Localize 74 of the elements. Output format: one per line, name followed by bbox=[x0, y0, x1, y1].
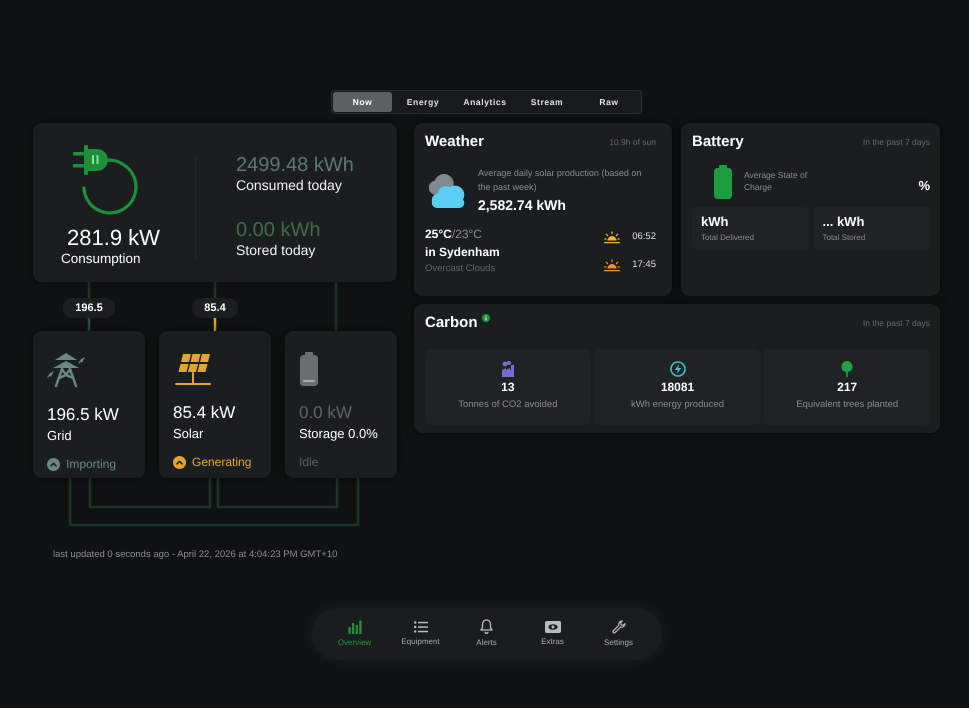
sun-horizon-icon bbox=[604, 230, 620, 244]
weather-condition: Overcast Clouds bbox=[425, 263, 496, 275]
temperature-high: 25°C bbox=[425, 227, 452, 241]
card-title: Battery bbox=[692, 133, 744, 151]
flow-reading: 85.4 bbox=[192, 298, 238, 318]
info-icon bbox=[482, 314, 490, 322]
metric-value: 18081 bbox=[660, 380, 694, 395]
list-icon bbox=[414, 620, 428, 632]
source-value: 196.5 kW bbox=[47, 405, 120, 425]
source-status: Importing bbox=[66, 457, 116, 472]
metric-label: kWh energy produced bbox=[631, 399, 724, 411]
metric-value: 13 bbox=[501, 380, 515, 395]
sun-time: 06:52 bbox=[632, 230, 656, 244]
connector-line bbox=[334, 282, 338, 331]
temperature-low: /23°C bbox=[452, 227, 482, 241]
nav-button[interactable]: Alerts bbox=[454, 608, 520, 660]
card-note: In the past 7 days bbox=[862, 316, 930, 330]
total-value: ... kWh bbox=[822, 214, 866, 230]
bell-icon bbox=[480, 619, 493, 634]
banknote-icon bbox=[544, 620, 560, 632]
tab[interactable]: Now bbox=[333, 92, 392, 112]
wrench-icon bbox=[612, 620, 626, 634]
chevron-up-icon bbox=[173, 456, 186, 469]
card-note: In the past 7 days bbox=[862, 136, 930, 148]
stat-label: Consumed today bbox=[236, 177, 343, 194]
factory-icon bbox=[500, 361, 515, 377]
sun-horizon-icon bbox=[604, 258, 620, 272]
battery-icon bbox=[713, 165, 733, 199]
tab[interactable]: Stream bbox=[516, 92, 578, 112]
consumption-value: 281.9 kW bbox=[67, 225, 161, 251]
tab[interactable]: Energy bbox=[392, 92, 454, 112]
source-value: 85.4 kW bbox=[173, 403, 236, 423]
connector-line bbox=[88, 318, 90, 331]
metric-label: Tonnes of CO2 avoided bbox=[458, 399, 558, 411]
stat-label: Stored today bbox=[236, 242, 316, 259]
lightning-icon bbox=[670, 361, 686, 377]
consumption-label: Consumption bbox=[61, 251, 142, 267]
connector-line bbox=[214, 282, 216, 298]
connector-line bbox=[88, 282, 90, 298]
sun-time: 17:45 bbox=[632, 258, 656, 272]
connector-line bbox=[214, 318, 216, 331]
metric-label: Equivalent trees planted bbox=[796, 399, 898, 411]
source-label: Storage 0.0% bbox=[299, 426, 379, 442]
stat-value: 0.00 kWh bbox=[236, 218, 322, 242]
metric-value: 217 bbox=[837, 380, 858, 395]
nav-button[interactable]: Extras bbox=[520, 608, 586, 660]
source-status: Generating bbox=[192, 455, 252, 470]
last-updated-text: last updated 0 seconds ago - April 22, 2026 at 4:04:23 PM GMT+10 bbox=[53, 548, 338, 562]
nav-button[interactable]: Equipment bbox=[388, 608, 454, 660]
production-description: Average daily solar production (based on the past week) bbox=[478, 167, 642, 194]
state-of-charge-value: % bbox=[918, 177, 930, 195]
card-title: Carbon bbox=[425, 314, 478, 332]
plug-icon bbox=[70, 143, 138, 215]
chevron-up-icon bbox=[47, 458, 60, 471]
nav-button[interactable]: Overview bbox=[322, 608, 388, 660]
state-of-charge-label: Average State of Charge bbox=[744, 169, 808, 193]
flow-reading: 196.5 bbox=[63, 298, 115, 318]
bar-chart-icon bbox=[348, 620, 362, 634]
location-name: in Sydenham bbox=[425, 245, 500, 260]
total-value: kWh bbox=[701, 214, 730, 230]
production-value: 2,582.74 kWh bbox=[478, 197, 567, 214]
tab[interactable]: Raw bbox=[578, 92, 640, 112]
tab[interactable]: Analytics bbox=[454, 92, 516, 112]
stat-value: 2499.48 kWh bbox=[236, 153, 354, 177]
source-label: Solar bbox=[173, 426, 204, 442]
nav-button[interactable]: Settings bbox=[586, 608, 652, 660]
tree-icon bbox=[841, 361, 854, 377]
source-value: 0.0 kW bbox=[299, 403, 353, 423]
total-label: Total Stored bbox=[822, 232, 866, 243]
source-label: Grid bbox=[47, 428, 73, 444]
card-title: Weather bbox=[425, 133, 484, 151]
card-note: 10.9h of sun bbox=[609, 136, 656, 148]
source-status: Idle bbox=[299, 455, 318, 470]
total-label: Total Delivered bbox=[701, 232, 755, 243]
